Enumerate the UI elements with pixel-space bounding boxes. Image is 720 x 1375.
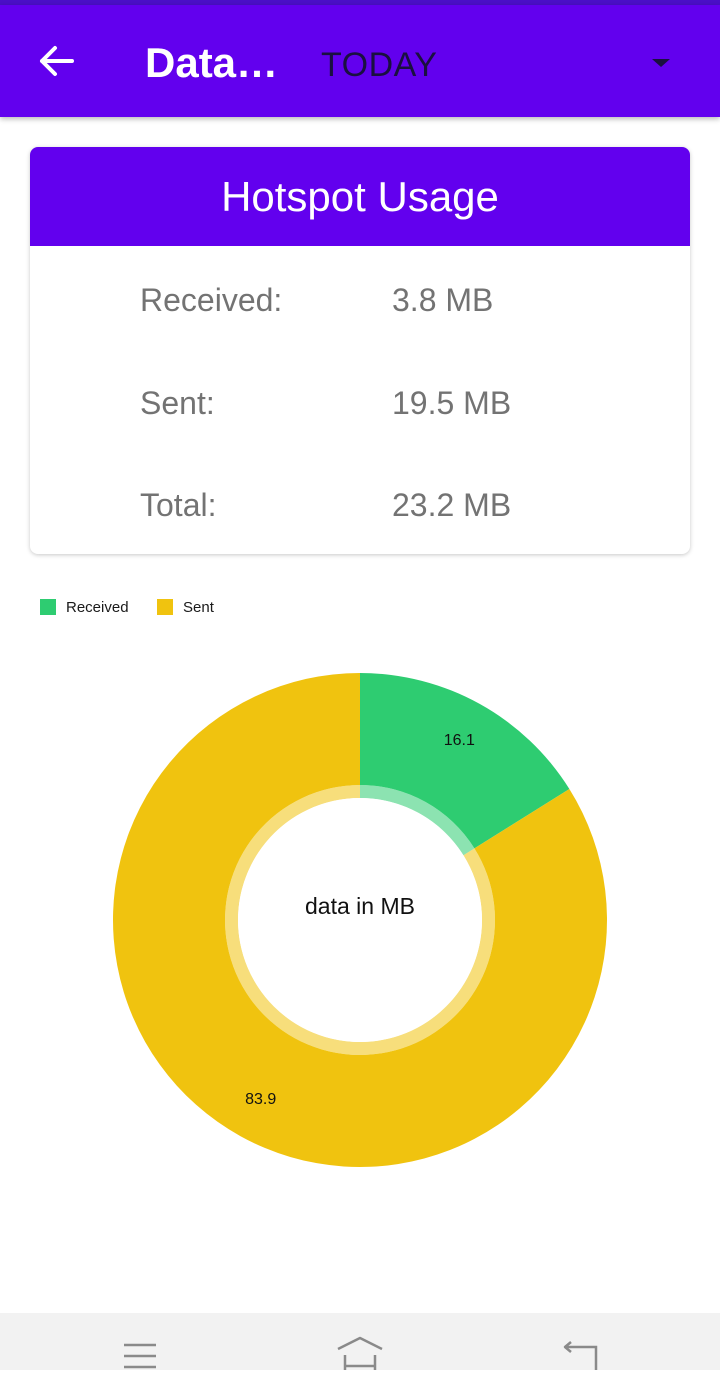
period-dropdown[interactable]: TODAY <box>310 33 700 93</box>
donut-hole <box>238 798 482 1042</box>
sent-label: Sent: <box>140 385 215 421</box>
system-navigation-bar <box>0 1313 720 1370</box>
home-button[interactable] <box>336 1333 384 1370</box>
sent-value: 19.5 MB <box>392 385 512 421</box>
recent-apps-button[interactable] <box>116 1333 164 1370</box>
legend-swatch-sent <box>157 599 173 615</box>
system-back-button[interactable] <box>556 1333 604 1370</box>
data-label-received: 16.1 <box>444 732 475 749</box>
back-button[interactable] <box>26 31 86 91</box>
dropdown-arrow-icon <box>652 59 670 67</box>
chart-center-text: data in MB <box>305 893 415 919</box>
arrow-left-icon <box>40 46 74 76</box>
page-title: Data Usage <box>145 39 280 86</box>
legend-swatch-received <box>40 599 56 615</box>
received-label: Received: <box>140 282 283 318</box>
data-label-sent: 83.9 <box>245 1091 276 1108</box>
hotspot-usage-card: Hotspot Usage Received: 3.8 MB Sent: 19.… <box>30 147 690 554</box>
legend-label-received: Received <box>66 599 129 616</box>
app-toolbar: Data Usage TODAY <box>0 5 720 117</box>
back-icon <box>563 1341 598 1370</box>
menu-icon <box>124 1343 156 1369</box>
total-value: 23.2 MB <box>392 487 512 523</box>
total-label: Total: <box>140 487 217 523</box>
received-value: 3.8 MB <box>392 282 494 318</box>
data-usage-donut-chart: 16.1 83.9 data in MB <box>113 673 607 1167</box>
period-selected-value: TODAY <box>321 46 438 84</box>
legend-label-sent: Sent <box>183 599 214 616</box>
home-icon <box>337 1336 383 1370</box>
card-title: Hotspot Usage <box>30 147 690 246</box>
